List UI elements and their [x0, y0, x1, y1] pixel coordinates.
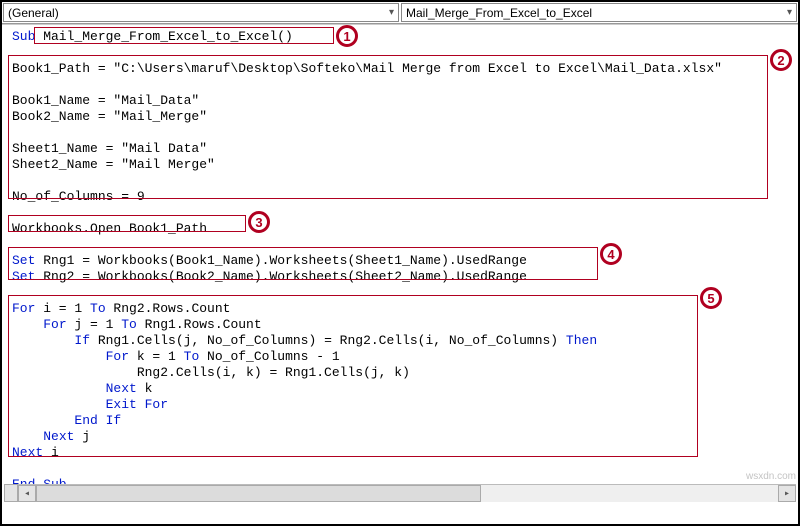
scroll-track[interactable]	[36, 485, 778, 502]
chevron-down-icon: ▾	[787, 7, 792, 18]
scroll-thumb[interactable]	[36, 485, 481, 502]
procedure-dropdown[interactable]: Mail_Merge_From_Excel_to_Excel ▾	[401, 3, 797, 22]
view-mode-buttons[interactable]	[4, 484, 18, 502]
horizontal-scrollbar[interactable]: ◂ ▸	[18, 484, 796, 502]
top-bar: (General) ▾ Mail_Merge_From_Excel_to_Exc…	[2, 2, 798, 24]
object-dropdown-label: (General)	[8, 6, 59, 20]
chevron-down-icon: ▾	[389, 7, 394, 18]
watermark: wsxdn.com	[746, 471, 796, 482]
full-module-view-icon[interactable]	[4, 484, 18, 502]
object-dropdown[interactable]: (General) ▾	[3, 3, 399, 22]
scroll-left-icon[interactable]: ◂	[18, 485, 36, 502]
code-text: Sub Mail_Merge_From_Excel_to_Excel() Boo…	[6, 25, 798, 493]
scroll-right-icon[interactable]: ▸	[778, 485, 796, 502]
editor-window: (General) ▾ Mail_Merge_From_Excel_to_Exc…	[0, 0, 800, 526]
procedure-dropdown-label: Mail_Merge_From_Excel_to_Excel	[406, 6, 592, 20]
code-pane[interactable]: Sub Mail_Merge_From_Excel_to_Excel() Boo…	[2, 24, 798, 504]
